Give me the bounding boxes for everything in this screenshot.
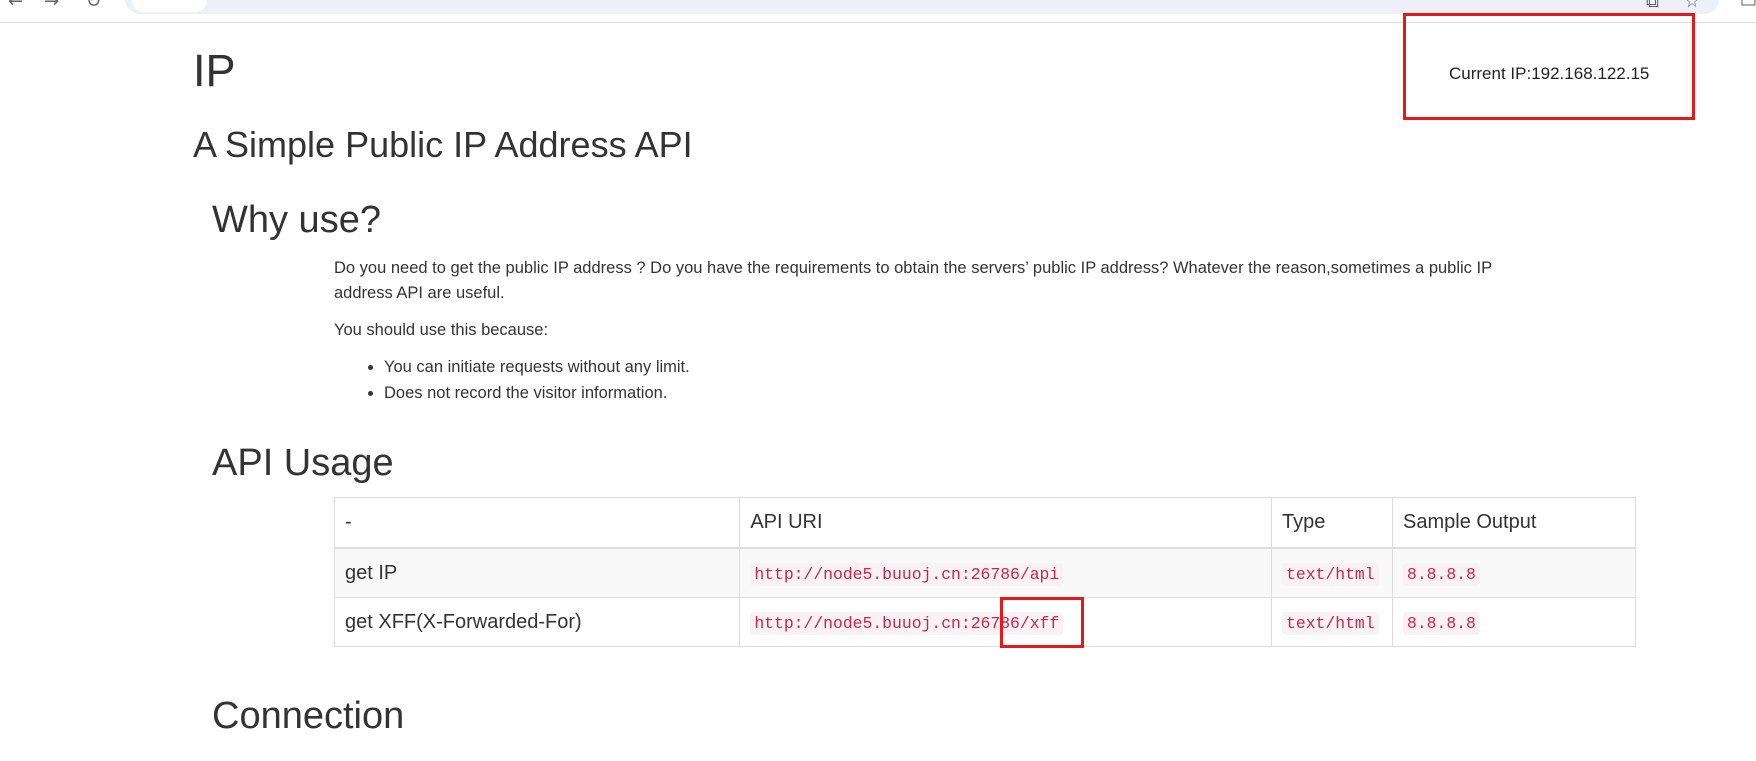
sample-output: 8.8.8.8	[1403, 611, 1480, 635]
content-type: text/html	[1282, 562, 1379, 586]
content-type-cell: text/html	[1271, 547, 1393, 598]
list-item: Does not record the visitor information.	[384, 380, 690, 406]
sample-output: 8.8.8.8	[1403, 562, 1480, 586]
content-type: text/html	[1282, 611, 1379, 635]
star-icon[interactable]: ☆	[1684, 0, 1700, 12]
why-use-heading: Why use?	[212, 199, 381, 241]
api-usage-heading: API Usage	[212, 442, 394, 484]
table-row: get IP http://node5.buuoj.cn:26786/api t…	[333, 547, 1636, 598]
reload-icon[interactable]: ↻	[86, 0, 101, 12]
connection-heading: Connection	[212, 695, 405, 737]
endpoint-name: get IP	[333, 547, 741, 598]
endpoint-uri-cell: http://node5.buuoj.cn:26786/api	[739, 547, 1273, 598]
current-ip-highlight-box	[1403, 13, 1695, 120]
column-header: API URI	[739, 497, 1273, 549]
table-row: get XFF(X-Forwarded-For) http://node5.bu…	[333, 597, 1636, 647]
why-use-paragraph: Do you need to get the public IP address…	[334, 259, 1492, 302]
page-subtitle: A Simple Public IP Address API	[193, 124, 693, 165]
page-title: IP	[193, 45, 236, 96]
sample-output-cell: 8.8.8.8	[1392, 547, 1636, 598]
forward-icon[interactable]: →	[44, 0, 59, 12]
xff-highlight-box	[1000, 597, 1084, 648]
endpoint-name: get XFF(X-Forwarded-For)	[333, 597, 741, 647]
security-indicator[interactable]	[132, 0, 207, 12]
table-header-row: - API URI Type Sample Output	[333, 497, 1636, 549]
column-header: Sample Output	[1392, 497, 1636, 549]
menu-icon[interactable]: ▭	[1740, 0, 1756, 12]
reason-list: You can initiate requests without any li…	[334, 354, 690, 406]
content-type-cell: text/html	[1271, 597, 1393, 647]
back-icon[interactable]: ←	[8, 0, 23, 12]
list-item: You can initiate requests without any li…	[384, 354, 690, 380]
address-bar[interactable]	[125, 0, 1719, 14]
sample-output-cell: 8.8.8.8	[1392, 597, 1636, 647]
translate-icon[interactable]: ⧉	[1646, 0, 1659, 12]
column-header: Type	[1271, 497, 1393, 549]
why-use-intro: You should use this because:	[334, 321, 549, 339]
endpoint-uri: http://node5.buuoj.cn:26786/api	[750, 562, 1064, 586]
api-usage-table: - API URI Type Sample Output get IP http…	[333, 497, 1636, 647]
column-header: -	[333, 497, 741, 549]
